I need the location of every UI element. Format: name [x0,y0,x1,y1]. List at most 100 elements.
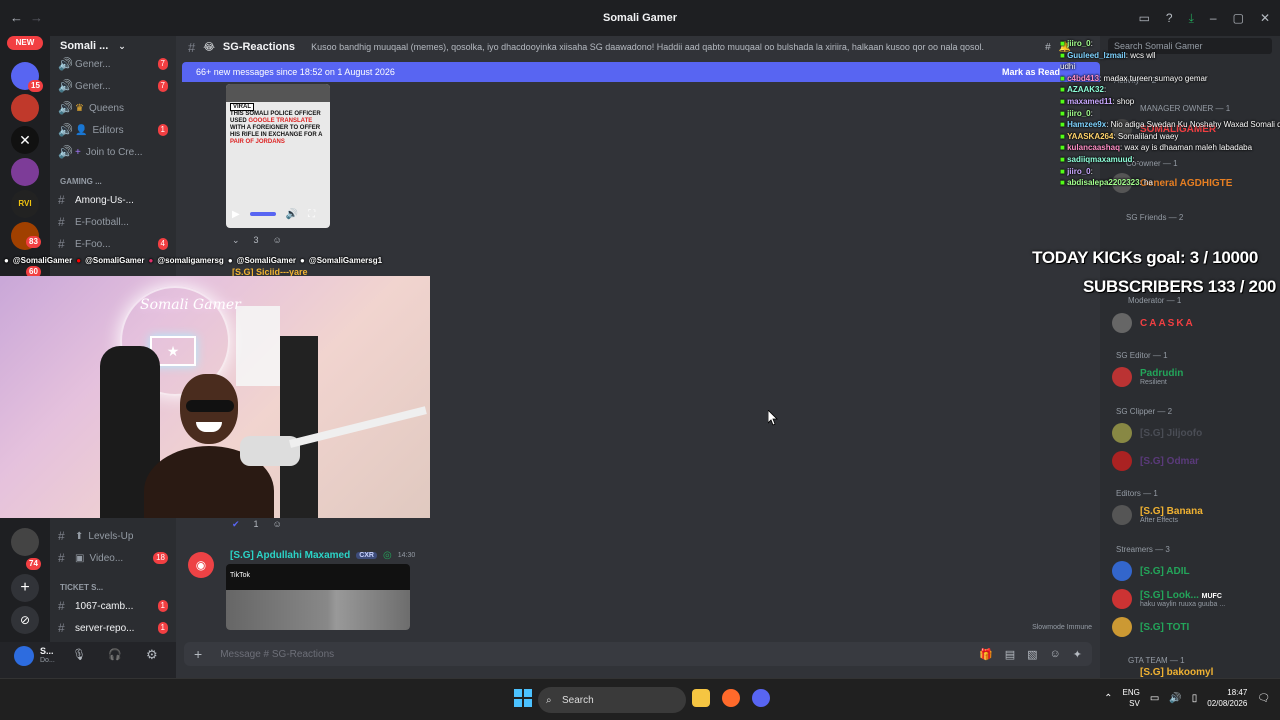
stream-chat-user: sadiiqmaxamuud [1067,154,1133,164]
chevron-down-icon[interactable]: ⌄ [232,235,240,246]
x-server-icon[interactable]: ✕ [11,126,39,154]
composer-tools: 🎁 ▤ ▧ ☺ ✦ [979,648,1082,661]
tiktok-embed[interactable]: TikTok [226,564,410,630]
download-icon[interactable]: ⤓ [1189,11,1194,26]
windows-start-icon[interactable] [514,689,532,707]
server-icon[interactable]: RVI [11,190,39,218]
stream-chat-text: : wax ay is dhaaman maleh labadaba [1119,143,1253,153]
speaker-icon: 🔊 [58,145,73,159]
text-channel[interactable]: # server-repo... 1 [58,618,174,638]
voice-channel[interactable]: 🔊 👤 Editors 1 [58,120,174,140]
add-reaction-icon[interactable]: ☺ [273,519,282,529]
gif-icon[interactable]: ▤ [1005,648,1015,661]
server-header[interactable]: Somali ... ⌄ [50,36,176,56]
plus-icon: + [75,146,81,158]
voice-channel[interactable]: 🔊 ♛ Queens [58,98,174,118]
text-channel[interactable]: # E-Football... [58,212,174,232]
clock[interactable]: 18:47 02/08/2026 [1207,687,1247,709]
stream-chat-line: ■ Hamzee9x: Nio adiga Swedan Ku Noshahy … [1060,119,1280,131]
minimize-icon[interactable]: – [1210,11,1217,26]
chevron-up-icon[interactable]: ⌃ [1104,693,1112,704]
social-handle: @SomaliGamer [12,256,73,265]
category-ticket[interactable]: TICKET S... [60,583,103,592]
headphones-icon[interactable]: 🎧 [108,648,122,661]
apps-icon[interactable]: ✦ [1073,648,1082,661]
new-messages-bar[interactable]: 66+ new messages since 18:52 on 1 August… [182,62,1100,82]
microphone-icon[interactable]: 🎙 [72,648,86,661]
reaction-count[interactable]: 1 [254,519,259,529]
member-item[interactable]: Padrudin Resilient [1112,366,1274,388]
text-channel[interactable]: # ▣ Video... 18 [58,548,174,568]
attach-plus-icon[interactable]: + [194,646,202,662]
fullscreen-icon[interactable]: ⛶ [308,209,315,220]
firefox-icon[interactable] [722,689,740,707]
reaction-row: ✔ 1 ☺ [232,517,282,531]
add-server-icon[interactable]: + [11,574,39,602]
emoji-icon: 😂 [203,41,215,53]
member-item[interactable]: CAASKA [1112,312,1274,334]
battery-icon[interactable]: ▯ [1192,693,1198,704]
gift-icon[interactable]: 🎁 [979,648,993,661]
stream-chat-user: Guuleed_lzmail [1067,50,1126,60]
stream-chat-text: : wcs wll [1125,50,1156,60]
kick-badge-icon: ■ [1060,85,1068,95]
mark-as-read-button[interactable]: Mark as Read [1002,67,1060,77]
discover-icon[interactable]: ⊘ [11,606,39,634]
add-reaction-icon[interactable]: ☺ [273,235,282,245]
voice-channel[interactable]: 🔊 Gener... 7 [58,76,174,96]
progress-bar[interactable] [249,212,276,216]
reaction-count[interactable]: 3 [254,235,259,245]
category-gaming[interactable]: GAMING ... [60,177,102,186]
inbox-icon[interactable]: ▭ [1139,11,1150,26]
emoji-icon[interactable]: ☺ [1050,648,1061,661]
discord-avatar[interactable]: ◉ [188,552,214,578]
member-item[interactable]: [S.G] Odmar [1112,450,1274,472]
taskbar-search[interactable]: ⌕ Search [538,687,686,713]
file-explorer-icon[interactable] [692,689,710,707]
volume-icon[interactable]: 🔊 [286,209,298,220]
stream-chat-user: c4bd413 [1067,73,1100,83]
member-item[interactable]: [S.G] TOTI [1112,616,1274,638]
sticker-icon[interactable]: ▧ [1027,648,1037,661]
avatar[interactable] [14,646,34,666]
voice-channel[interactable]: 🔊 + Join to Cre... [58,142,174,162]
kick-badge-icon: ■ [1060,96,1068,106]
server-icon[interactable] [11,94,39,122]
stream-chat-line: ■ abdisalepa2202323: ha [1060,177,1280,189]
play-icon[interactable]: ▶ [232,209,240,220]
text-channel[interactable]: #1067-camb... 1 [58,596,174,616]
member-item[interactable]: [S.G] ADIL [1112,560,1274,582]
channel-topic[interactable]: Kusoo bandhig muuqaal (memes), qosolka, … [311,42,1031,52]
maximize-icon[interactable]: ▢ [1233,11,1244,26]
notifications-icon[interactable]: 🗨 [1257,693,1270,704]
help-icon[interactable]: ? [1166,11,1173,26]
volume-icon[interactable]: 🔊 [1169,693,1181,704]
stream-chat-user: maxamed11 [1067,96,1113,106]
member-item[interactable]: [S.G] Banana After Effects [1112,504,1274,526]
member-item[interactable]: [S.G] Look... MUFC haku waylin ruuxa guub… [1112,588,1274,610]
verified-icon[interactable]: ✔ [232,519,240,530]
member-item[interactable]: [S.G] Jiljoofo [1112,422,1274,444]
stream-chat-user: Hamzee9x [1067,120,1107,130]
search-icon: ⌕ [546,694,552,706]
message-author[interactable]: [S.G] Apdullahi Maxamed CXR ◎ 14:30 [230,550,415,561]
text-channel[interactable]: # ⬆ Levels-Up [58,526,174,546]
stream-chat-line: ■ YAASKA264: Somaliland waey [1060,131,1280,143]
discord-icon[interactable] [752,689,770,707]
server-badge: 15 [28,80,43,92]
stream-chat-line: udhi [1060,61,1280,73]
message-time: 14:30 [397,552,416,559]
member-item[interactable]: [S.G] bakoomyl [1112,666,1274,678]
text-channel[interactable]: # E-Foo... 4 [58,234,174,254]
server-icon[interactable] [11,158,39,186]
network-icon[interactable]: ▭ [1150,693,1159,704]
close-icon[interactable]: ✕ [1260,11,1270,26]
hash-icon: # [58,215,65,229]
voice-channel[interactable]: 🔊 Gener... 7 [58,54,174,74]
threads-icon[interactable]: # [1045,42,1051,53]
member-group: SG Editor — 1 [1116,351,1168,360]
server-icon[interactable] [11,528,39,556]
message-input[interactable]: Message # SG-Reactions [220,649,334,660]
text-channel[interactable]: # Among-Us-... [58,190,174,210]
gear-icon[interactable]: ⚙ [146,647,158,663]
